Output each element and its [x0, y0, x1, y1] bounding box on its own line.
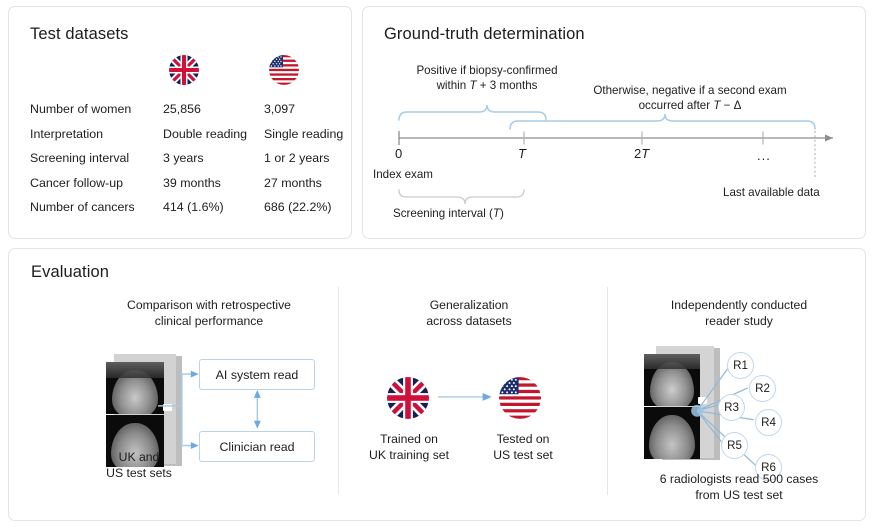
mammogram-image-top — [106, 362, 164, 414]
eval-caption-tested-on: Tested on US test set — [461, 431, 585, 463]
index-exam-label: Index exam — [373, 167, 433, 182]
eval-caption-test-sets: UK and US test sets — [59, 449, 219, 481]
row-label: Number of women — [30, 97, 163, 122]
last-available-data-label: Last available data — [723, 185, 820, 200]
table-row: Cancer follow-up 39 months 27 months — [30, 171, 350, 196]
positive-rule-label: Positive if biopsy-confirmedwithin T + 3… — [387, 63, 587, 93]
row-value-uk: 414 (1.6%) — [163, 195, 264, 220]
reader-circle-r3: R3 — [718, 394, 745, 421]
mammogram-image-bottom — [644, 407, 700, 459]
row-value-us: 27 months — [264, 171, 350, 196]
row-value-uk: 39 months — [163, 171, 264, 196]
row-label: Cancer follow-up — [30, 171, 163, 196]
column-divider-2 — [607, 287, 608, 495]
uk-flag-icon — [169, 55, 199, 85]
flag-header-row — [9, 55, 351, 91]
tick-label-0: 0 — [395, 146, 402, 161]
eval-caption-reader-study: 6 radiologists read 500 cases from US te… — [609, 471, 869, 503]
uk-flag-icon-generalization — [387, 377, 429, 419]
eval-column-title-retrospective: Comparison with retrospective clinical p… — [69, 297, 349, 329]
eval-column-title-reader-study: Independently conducted reader study — [609, 297, 869, 329]
timeline-diagram: Positive if biopsy-confirmedwithin T + 3… — [363, 7, 867, 240]
page-title-test-datasets: Test datasets — [30, 25, 129, 44]
table-row: Interpretation Double reading Single rea… — [30, 122, 350, 147]
row-label: Screening interval — [30, 146, 163, 171]
reader-circle-r5: R5 — [721, 432, 748, 459]
mammogram-highlight-marker — [698, 397, 707, 404]
ai-system-read-box[interactable]: AI system read — [199, 359, 315, 390]
screening-interval-label: Screening interval (T) — [393, 206, 504, 221]
tick-label-ellipsis: ... — [757, 148, 771, 163]
reader-circle-r4: R4 — [755, 409, 782, 436]
row-value-us: 686 (22.2%) — [264, 195, 350, 220]
eval-column-title-generalization: Generalization across datasets — [339, 297, 599, 329]
mammogram-image-top — [644, 354, 700, 406]
table-row: Screening interval 3 years 1 or 2 years — [30, 146, 350, 171]
row-label: Interpretation — [30, 122, 163, 147]
tick-label-2t: 2T — [634, 146, 649, 161]
row-value-uk: 25,856 — [163, 97, 264, 122]
panel-ground-truth: Ground-truth determination Po — [362, 6, 866, 239]
row-value-uk: Double reading — [163, 122, 264, 147]
page-title-evaluation: Evaluation — [31, 263, 109, 282]
panel-evaluation: Evaluation Comparison with retrospective… — [8, 248, 866, 521]
reader-circle-r1: R1 — [727, 352, 754, 379]
eval-caption-trained-on: Trained on UK training set — [347, 431, 471, 463]
negative-rule-label: Otherwise, negative if a second examoccu… — [565, 83, 815, 113]
row-value-uk: 3 years — [163, 146, 264, 171]
reader-circle-r2: R2 — [749, 375, 776, 402]
row-value-us: 3,097 — [264, 97, 350, 122]
mammogram-highlight-marker — [163, 404, 172, 411]
us-flag-icon — [269, 55, 299, 85]
panel-test-datasets: Test datasets — [8, 6, 352, 239]
us-flag-icon-generalization — [499, 377, 541, 419]
row-label: Number of cancers — [30, 195, 163, 220]
table-row: Number of cancers 414 (1.6%) 686 (22.2%) — [30, 195, 350, 220]
row-value-us: Single reading — [264, 122, 350, 147]
row-value-us: 1 or 2 years — [264, 146, 350, 171]
figure-root: Test datasets — [0, 0, 874, 527]
tick-label-t: T — [518, 146, 526, 161]
test-datasets-table: Number of women 25,856 3,097 Interpretat… — [30, 97, 350, 220]
table-row: Number of women 25,856 3,097 — [30, 97, 350, 122]
